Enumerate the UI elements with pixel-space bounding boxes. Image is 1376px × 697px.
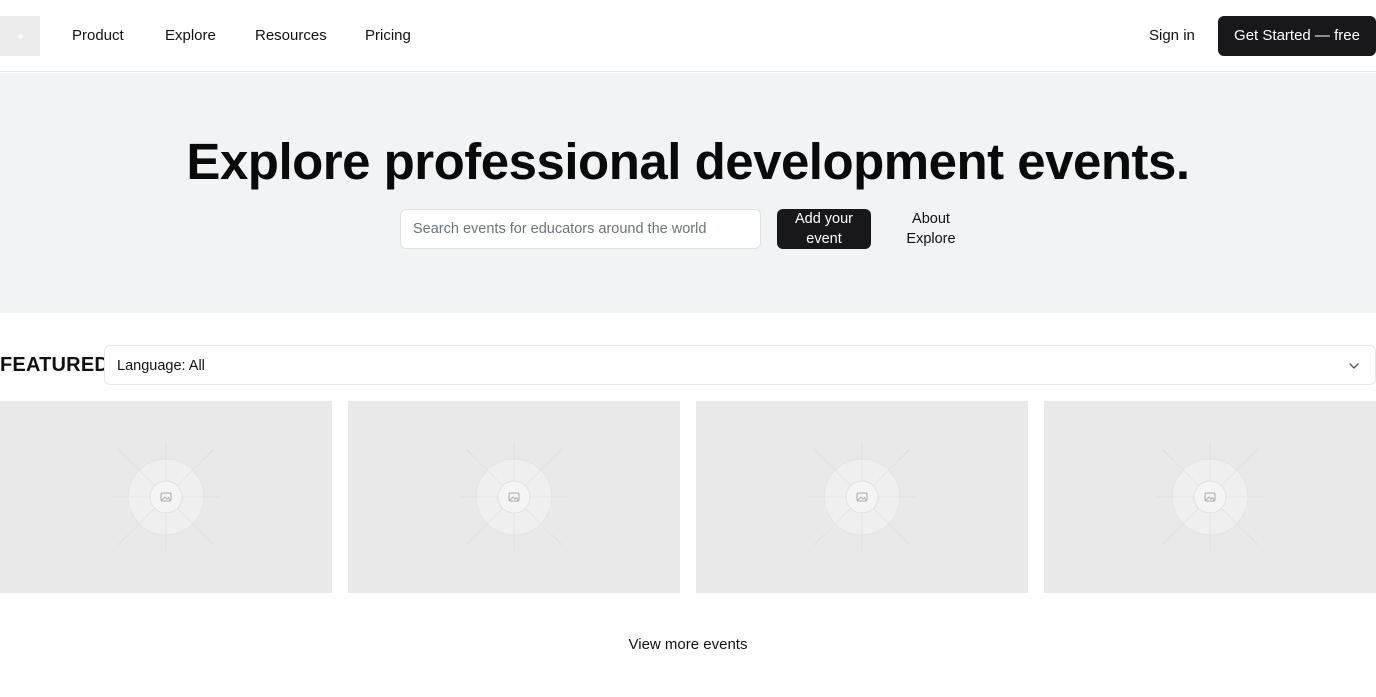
sign-in-link[interactable]: Sign in: [1149, 26, 1195, 46]
event-card[interactable]: [1044, 401, 1376, 593]
language-select-value: Language: All: [117, 358, 205, 374]
hero-section: Explore professional development events.…: [0, 73, 1376, 313]
image-placeholder-icon: [1156, 443, 1264, 551]
nav-pricing[interactable]: Pricing: [365, 26, 411, 46]
event-card[interactable]: [348, 401, 680, 593]
about-explore-link[interactable]: About Explore: [890, 209, 972, 249]
chevron-down-icon: [1349, 363, 1359, 369]
event-card[interactable]: [0, 401, 332, 593]
image-placeholder-icon: [460, 443, 568, 551]
image-placeholder-icon: [112, 443, 220, 551]
add-event-button[interactable]: Add your event: [777, 209, 871, 249]
get-started-button[interactable]: Get Started — free: [1218, 16, 1376, 56]
view-more-events-link[interactable]: View more events: [629, 636, 748, 653]
nav-resources[interactable]: Resources: [255, 26, 327, 46]
image-placeholder-icon: [808, 443, 916, 551]
logo[interactable]: [0, 16, 40, 56]
language-select[interactable]: Language: All: [104, 345, 1376, 385]
nav-product[interactable]: Product: [72, 26, 124, 46]
nav-explore[interactable]: Explore: [165, 26, 216, 46]
event-card[interactable]: [696, 401, 1028, 593]
search-input[interactable]: [400, 209, 761, 249]
top-navbar: Product Explore Resources Pricing Sign i…: [0, 0, 1376, 72]
logo-mark-icon: [17, 33, 23, 39]
page-title: Explore professional development events.: [186, 133, 1190, 190]
view-more-row: View more events: [0, 635, 1376, 655]
featured-heading: FEATURED: [0, 354, 110, 376]
